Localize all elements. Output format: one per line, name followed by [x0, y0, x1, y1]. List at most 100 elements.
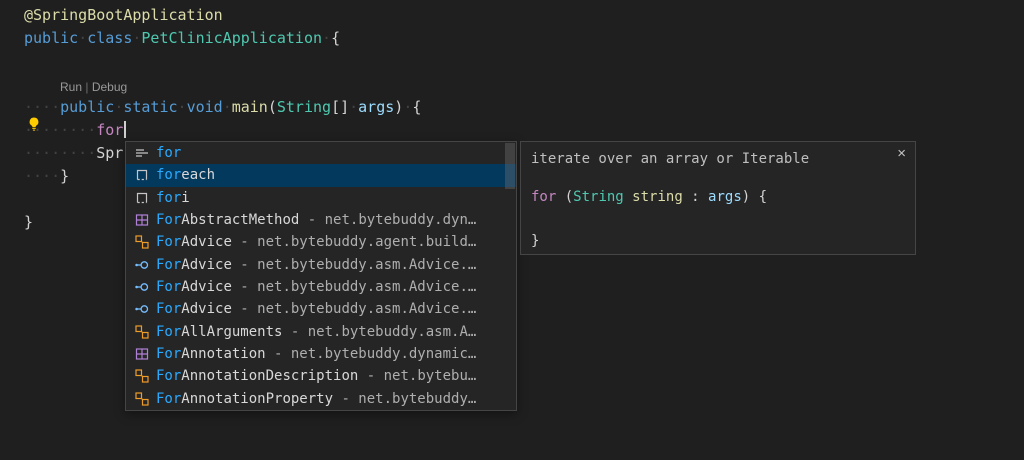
docs-summary: iterate over an array or Iterable: [531, 149, 905, 169]
annotation-line: @SpringBootApplication: [24, 4, 421, 27]
code-token: args: [358, 98, 394, 116]
suggest-item[interactable]: ForAnnotationDescription - net.bytebu…: [126, 365, 516, 387]
codelens-separator: |: [82, 80, 92, 94]
symbol-interface-icon: [134, 279, 150, 295]
editor[interactable]: @SpringBootApplicationpublic·class·PetCl…: [0, 0, 1024, 460]
suggest-label: AllArguments: [181, 324, 282, 340]
suggest-item[interactable]: ForAdvice - net.bytebuddy.asm.Advice.…: [126, 276, 516, 298]
suggest-item-detail: - net.bytebuddy.asm.Advice.…: [232, 279, 476, 295]
blank-line: [24, 50, 421, 73]
suggest-list: forforeachforiForAbstractMethod - net.by…: [126, 142, 516, 410]
docs-code-line: for (String string : args) {: [531, 186, 905, 208]
suggest-label-match: For: [156, 368, 181, 384]
suggest-item[interactable]: fori: [126, 187, 516, 209]
docs-code-token: }: [531, 233, 539, 249]
typed-for-line: ········for: [24, 119, 421, 142]
suggest-docs-panel: × iterate over an array or Iterable for …: [520, 141, 916, 255]
code-token: {: [331, 29, 340, 47]
suggest-item-detail: - net.bytebuddy.dyn…: [299, 212, 476, 228]
docs-code-token: string: [632, 189, 683, 205]
suggest-item[interactable]: ForAdvice - net.bytebuddy.asm.Advice.…: [126, 254, 516, 276]
suggest-label-match: for: [156, 145, 181, 161]
code-token: Spr: [96, 144, 123, 162]
suggest-item-detail: - net.bytebuddy.asm.A…: [282, 324, 476, 340]
code-token: }: [60, 167, 69, 185]
suggest-label-match: For: [156, 279, 181, 295]
code-token: }: [24, 213, 33, 231]
symbol-class-icon: [134, 324, 150, 340]
suggest-label-match: For: [156, 324, 181, 340]
suggest-label: AnnotationDescription: [181, 368, 358, 384]
suggest-label: each: [181, 167, 215, 183]
suggest-label: Advice: [181, 234, 232, 250]
symbol-struct-icon: [134, 212, 150, 228]
symbol-class-icon: [134, 234, 150, 250]
symbol-class-icon: [134, 391, 150, 407]
docs-code-block: for (String string : args) { }: [531, 186, 905, 252]
docs-code-token: (: [556, 189, 573, 205]
docs-code-token: [624, 189, 632, 205]
symbol-class-icon: [134, 368, 150, 384]
suggest-label-match: For: [156, 301, 181, 317]
lightbulb-icon[interactable]: [26, 116, 42, 132]
docs-code-line: }: [531, 230, 905, 252]
code-token: class: [87, 29, 132, 47]
code-token: []: [331, 98, 349, 116]
symbol-interface-icon: [134, 257, 150, 273]
suggest-item[interactable]: ForAdvice - net.bytebuddy.agent.build…: [126, 231, 516, 253]
docs-code-token: ) {: [742, 189, 767, 205]
suggest-label: AbstractMethod: [181, 212, 299, 228]
code-token: ····: [24, 98, 60, 116]
code-token: PetClinicApplication: [141, 29, 322, 47]
suggest-label-match: For: [156, 391, 181, 407]
code-token: {: [412, 98, 421, 116]
suggest-item[interactable]: for: [126, 142, 516, 164]
docs-code-line: [531, 208, 905, 230]
suggest-label: Annotation: [181, 346, 265, 362]
close-icon[interactable]: ×: [897, 145, 906, 163]
suggest-item[interactable]: ForAnnotation - net.bytebuddy.dynamic…: [126, 343, 516, 365]
suggest-item[interactable]: foreach: [126, 164, 516, 186]
suggest-label-match: For: [156, 212, 181, 228]
class-declaration-line: public·class·PetClinicApplication·{: [24, 27, 421, 50]
code-token: ·: [178, 98, 187, 116]
suggest-label-match: For: [156, 257, 181, 273]
code-token: public: [24, 29, 78, 47]
suggest-item[interactable]: ForAdvice - net.bytebuddy.asm.Advice.…: [126, 298, 516, 320]
symbol-keyword-icon: [134, 145, 150, 161]
docs-code-token: args: [708, 189, 742, 205]
code-token: ·: [78, 29, 87, 47]
suggest-item[interactable]: ForAbstractMethod - net.bytebuddy.dyn…: [126, 209, 516, 231]
suggest-label-match: For: [156, 234, 181, 250]
code-token: ·: [349, 98, 358, 116]
suggest-item-detail: - net.bytebuddy…: [333, 391, 476, 407]
main-method-line: ····public·static·void·main(String[]·arg…: [24, 96, 421, 119]
codelens-run-link[interactable]: Run: [60, 80, 82, 94]
suggest-item-detail: - net.bytebuddy.agent.build…: [232, 234, 476, 250]
suggest-item-detail: - net.bytebuddy.dynamic…: [266, 346, 477, 362]
suggest-item[interactable]: ForAnnotationProperty - net.bytebuddy…: [126, 388, 516, 410]
code-token: String: [277, 98, 331, 116]
symbol-snippet-icon: [134, 190, 150, 206]
code-token: for: [96, 121, 123, 139]
suggest-label: Advice: [181, 301, 232, 317]
suggest-item[interactable]: ForAllArguments - net.bytebuddy.asm.A…: [126, 321, 516, 343]
code-token: ·: [322, 29, 331, 47]
code-token: ····: [24, 167, 60, 185]
suggest-item-detail: - net.bytebuddy.asm.Advice.…: [232, 257, 476, 273]
codelens-debug-link[interactable]: Debug: [92, 80, 127, 94]
code-token: main: [232, 98, 268, 116]
suggest-widget: forforeachforiForAbstractMethod - net.by…: [125, 141, 517, 411]
code-token: @SpringBootApplication: [24, 6, 223, 24]
symbol-snippet-icon: [134, 167, 150, 183]
code-token: void: [187, 98, 223, 116]
code-token: ·: [223, 98, 232, 116]
suggest-label: Advice: [181, 279, 232, 295]
symbol-struct-icon: [134, 346, 150, 362]
docs-code-token: for: [531, 189, 556, 205]
suggest-label-match: For: [156, 346, 181, 362]
suggest-item-detail: - net.bytebu…: [358, 368, 476, 384]
code-token: ·: [114, 98, 123, 116]
suggest-label: AnnotationProperty: [181, 391, 333, 407]
scrollbar-thumb[interactable]: [505, 143, 515, 189]
